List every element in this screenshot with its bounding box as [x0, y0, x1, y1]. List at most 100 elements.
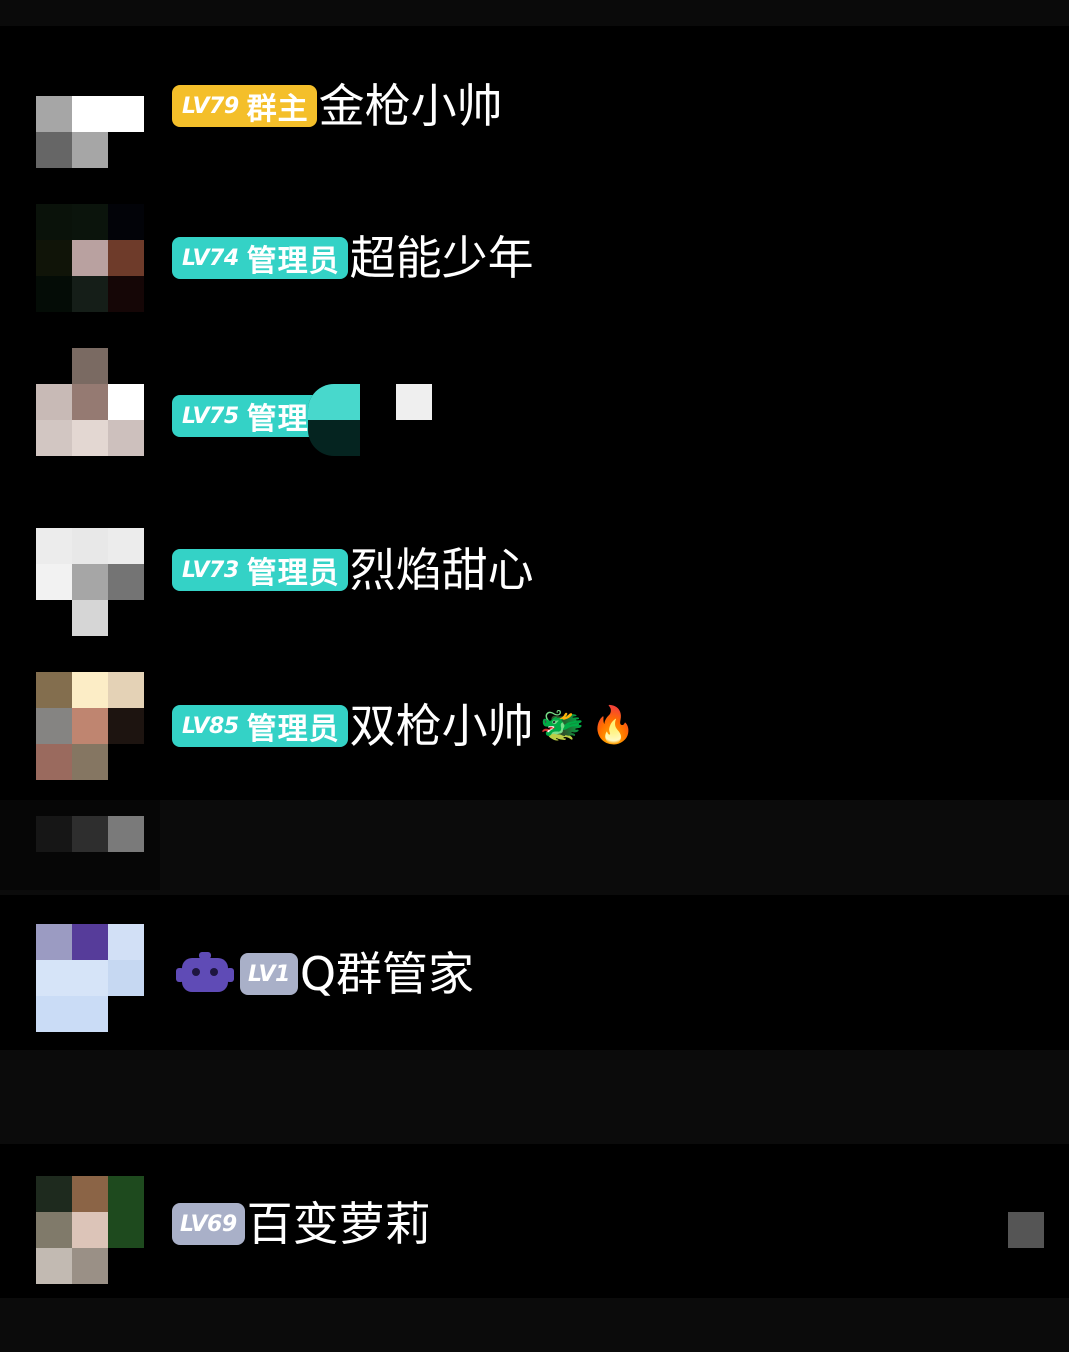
level-label: LV79 — [182, 93, 239, 119]
avatar-tile — [36, 672, 72, 708]
admin-badge: LV73 管理员 — [172, 549, 348, 591]
avatar-tile — [108, 816, 144, 852]
avatar-tile — [36, 348, 72, 384]
avatar-tile — [72, 276, 108, 312]
avatar-tile — [36, 744, 72, 780]
bottom-band — [0, 1298, 1069, 1352]
avatar-tile — [36, 996, 72, 1032]
avatar[interactable] — [36, 348, 144, 456]
role-label: 群主 — [246, 92, 309, 127]
avatar-tile — [36, 708, 72, 744]
avatar-tile — [108, 708, 144, 744]
level-label: LV85 — [182, 713, 239, 739]
separator-band — [0, 800, 1069, 895]
avatar[interactable] — [36, 924, 144, 1032]
avatar-tile — [108, 420, 144, 456]
avatar-tile — [108, 1248, 144, 1284]
avatar-tile — [72, 960, 108, 996]
nickname: 百变萝莉 — [246, 1197, 431, 1251]
member-info: LV79 群主 金枪小帅 — [172, 79, 503, 133]
avatar-tile — [108, 276, 144, 312]
avatar-tile — [108, 924, 144, 960]
scroll-indicator[interactable] — [1008, 1212, 1044, 1248]
avatar-tile — [108, 744, 144, 780]
admin-badge: LV74 管理员 — [172, 237, 348, 279]
member-row[interactable]: LV73 管理员 烈焰甜心 — [0, 480, 1069, 636]
level-label: LV75 — [182, 403, 239, 429]
nickname: 金枪小帅 — [318, 79, 503, 133]
avatar[interactable] — [36, 672, 144, 780]
avatar-tile — [36, 960, 72, 996]
avatar-tile — [36, 1248, 72, 1284]
avatar-tile — [36, 924, 72, 960]
level-badge: LV69 — [172, 1203, 245, 1245]
avatar[interactable] — [36, 60, 144, 168]
nickname-mask — [308, 384, 360, 420]
avatar-tile — [36, 276, 72, 312]
avatar-tile — [72, 672, 108, 708]
owner-badge: LV79 群主 — [172, 85, 317, 127]
admin-badge: LV85 管理员 — [172, 705, 348, 747]
avatar-tile — [36, 816, 72, 852]
avatar-tile — [36, 60, 72, 96]
avatar[interactable] — [36, 204, 144, 312]
avatar-tile — [36, 132, 72, 168]
avatar-tile — [108, 564, 144, 600]
avatar-tile — [72, 996, 108, 1032]
member-info: LV73 管理员 烈焰甜心 — [172, 547, 534, 593]
member-row[interactable]: LV1 Q群管家 — [0, 896, 1069, 1050]
avatar-tile — [36, 384, 72, 420]
nickname: Q群管家 — [299, 947, 475, 1001]
role-label: 管理员 — [246, 244, 340, 279]
avatar-tile — [72, 348, 108, 384]
level-label: LV74 — [182, 245, 239, 271]
avatar[interactable] — [36, 1176, 144, 1284]
nickname: 超能少年 — [349, 231, 534, 285]
avatar-tile — [36, 420, 72, 456]
nickname: 双枪小帅 — [349, 699, 534, 753]
avatar-tile — [108, 672, 144, 708]
role-label: 管理员 — [246, 712, 340, 747]
avatar-tile — [108, 60, 144, 96]
robot-icon — [176, 952, 234, 996]
level-label: LV69 — [180, 1211, 237, 1237]
avatar-tile — [72, 708, 108, 744]
level-label: LV1 — [248, 961, 290, 987]
level-badge: LV1 — [240, 953, 298, 995]
avatar-tile — [72, 600, 108, 636]
avatar-tile — [72, 384, 108, 420]
member-row[interactable]: LV85 管理员 双枪小帅 🐲 🔥 — [0, 648, 1069, 792]
avatar-tile — [72, 240, 108, 276]
avatar-tile — [108, 204, 144, 240]
role-label: 管理员 — [246, 556, 340, 591]
avatar-tile — [72, 96, 108, 132]
avatar-tile — [36, 204, 72, 240]
member-row[interactable]: LV69 百变萝莉 — [0, 1144, 1069, 1298]
avatar-tile — [108, 600, 144, 636]
avatar-tile — [36, 528, 72, 564]
avatar-tile — [72, 528, 108, 564]
member-row[interactable]: LV79 群主 金枪小帅 — [0, 26, 1069, 170]
partial-row[interactable] — [0, 800, 160, 890]
level-label: LV73 — [182, 557, 239, 583]
top-band — [0, 0, 1069, 26]
avatar-tile — [36, 240, 72, 276]
avatar-tile — [72, 1248, 108, 1284]
member-row[interactable]: LV75 管理员 — [0, 324, 1069, 468]
avatar-tile — [36, 600, 72, 636]
member-row[interactable]: LV74 管理员 超能少年 — [0, 180, 1069, 324]
avatar-tile — [108, 240, 144, 276]
avatar-tile — [108, 96, 144, 132]
avatar-tile — [72, 1176, 108, 1212]
avatar-tile — [108, 528, 144, 564]
avatar-tile — [36, 1176, 72, 1212]
avatar-tile — [108, 1212, 144, 1248]
avatar-tile — [72, 1212, 108, 1248]
member-info: LV1 Q群管家 — [172, 947, 475, 1001]
avatar-tile — [108, 996, 144, 1032]
fire-emoji: 🔥 — [590, 705, 636, 746]
avatar[interactable] — [36, 528, 144, 636]
avatar-tile — [36, 564, 72, 600]
separator-band — [0, 1050, 1069, 1144]
avatar-tile — [108, 384, 144, 420]
